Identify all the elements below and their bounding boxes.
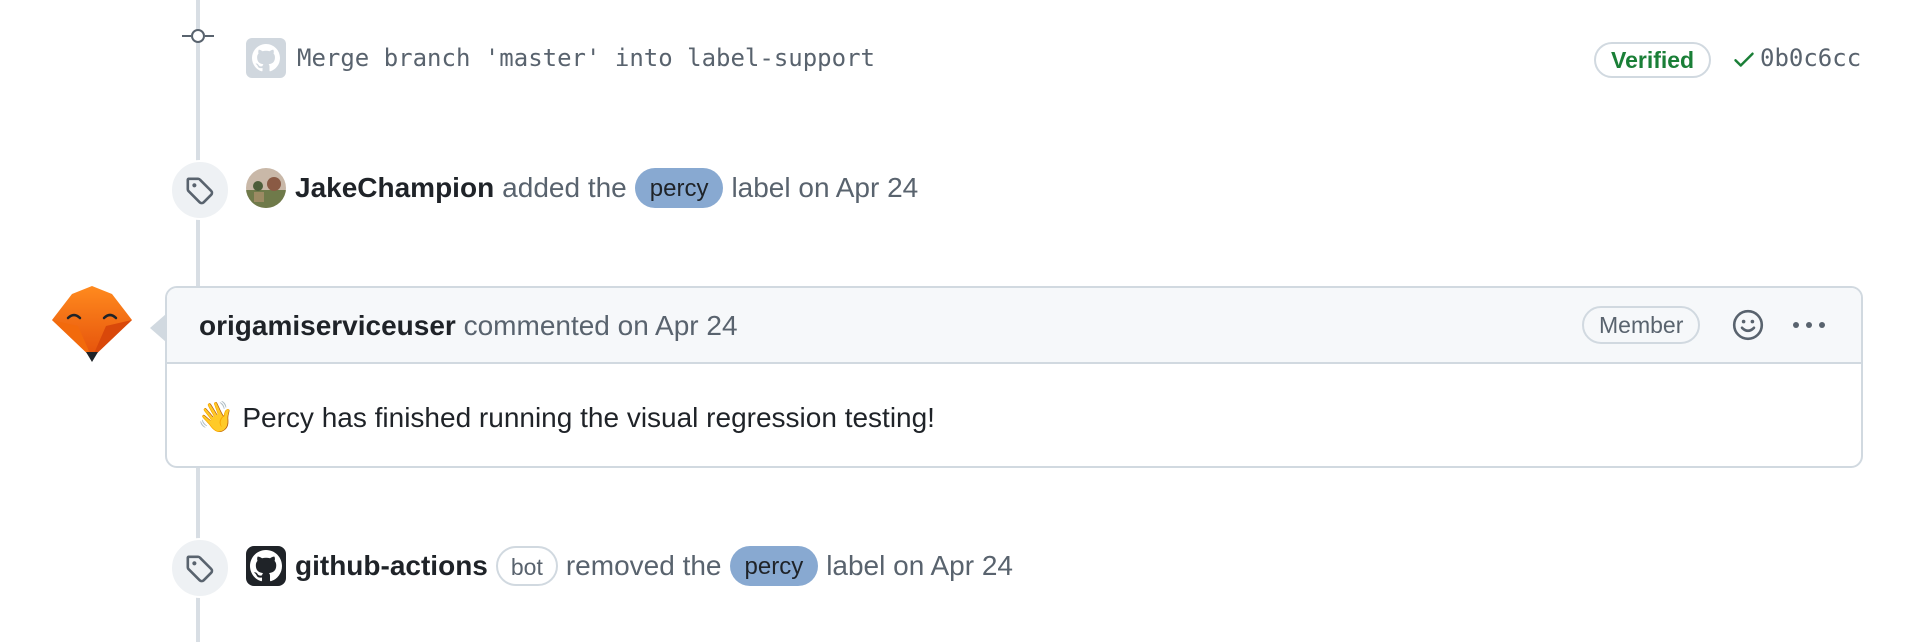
label-pill[interactable]: percy xyxy=(729,546,819,586)
comment-body: 👋 Percy has finished running the visual … xyxy=(197,400,935,435)
label-removed-event: github-actions bot removed the percy lab… xyxy=(246,546,1013,586)
waving-hand-emoji: 👋 xyxy=(197,401,235,434)
commit-author-avatar[interactable] xyxy=(246,38,286,78)
jakechampion-avatar[interactable] xyxy=(246,168,286,208)
comment-header-text: origamiserviceuser commented on Apr 24 xyxy=(199,310,738,342)
event-author-link[interactable]: github-actions xyxy=(295,550,488,582)
comment-box: origamiserviceuser commented on Apr 24 M… xyxy=(165,286,1863,468)
comment-body-text: Percy has finished running the visual re… xyxy=(242,401,935,433)
github-mark-icon xyxy=(252,44,280,72)
smiley-icon xyxy=(1732,309,1764,341)
event-action-text: removed the xyxy=(565,550,722,581)
comment-options-button[interactable] xyxy=(1787,307,1831,343)
tag-icon xyxy=(170,160,230,220)
event-action-text: added the xyxy=(502,172,627,203)
event-suffix-text: label on Apr 24 xyxy=(826,550,1013,581)
commit-message[interactable]: Merge branch 'master' into label-support xyxy=(297,44,875,72)
event-suffix-text: label on Apr 24 xyxy=(731,172,919,203)
github-mark-icon xyxy=(250,550,282,582)
comment-timestamp[interactable]: commented on Apr 24 xyxy=(464,310,738,341)
event-author-link[interactable]: JakeChampion xyxy=(295,172,494,204)
commit-sha-link[interactable]: 0b0c6cc xyxy=(1760,44,1861,72)
comment-header: origamiserviceuser commented on Apr 24 M… xyxy=(167,288,1861,364)
comment-author-link[interactable]: origamiserviceuser xyxy=(199,310,456,341)
bot-badge: bot xyxy=(495,546,558,586)
add-reaction-button[interactable] xyxy=(1730,307,1766,343)
github-actions-avatar[interactable] xyxy=(246,546,286,586)
kebab-horizontal-icon xyxy=(1793,322,1825,328)
git-commit-icon xyxy=(182,26,214,46)
comment-caret xyxy=(150,314,166,342)
tag-icon xyxy=(170,538,230,598)
member-role-badge: Member xyxy=(1582,306,1701,344)
check-icon xyxy=(1734,52,1754,67)
label-pill[interactable]: percy xyxy=(634,168,724,208)
label-added-event: JakeChampion added the percy label on Ap… xyxy=(246,168,918,208)
fox-avatar-icon[interactable] xyxy=(52,286,132,362)
verified-badge[interactable]: Verified xyxy=(1594,42,1712,78)
